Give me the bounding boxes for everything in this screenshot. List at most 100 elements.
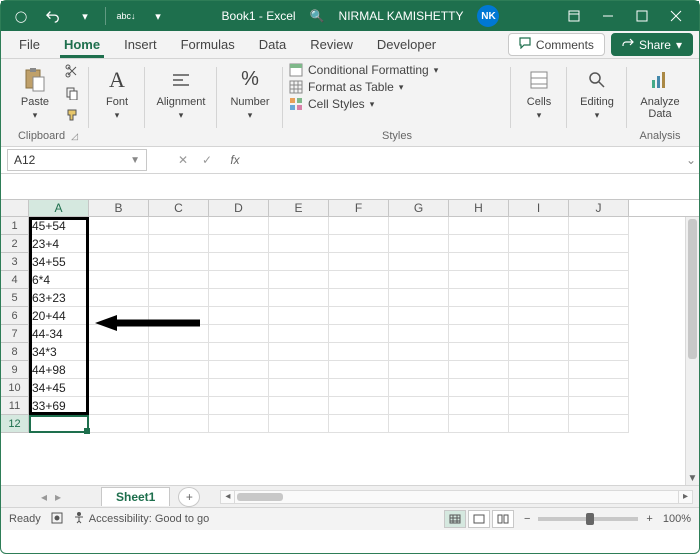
cell[interactable]: 44+98 xyxy=(29,361,89,379)
cell[interactable] xyxy=(389,307,449,325)
cell[interactable] xyxy=(449,343,509,361)
cell[interactable] xyxy=(449,253,509,271)
cell[interactable] xyxy=(389,415,449,433)
cell[interactable] xyxy=(89,271,149,289)
cell[interactable] xyxy=(149,361,209,379)
cell[interactable] xyxy=(569,289,629,307)
cell[interactable]: 33+69 xyxy=(29,397,89,415)
cell[interactable] xyxy=(569,217,629,235)
tab-developer[interactable]: Developer xyxy=(365,31,448,58)
cell[interactable] xyxy=(569,271,629,289)
undo-button[interactable] xyxy=(39,4,67,28)
cell[interactable] xyxy=(209,235,269,253)
cell[interactable] xyxy=(89,217,149,235)
cell[interactable] xyxy=(389,325,449,343)
cell[interactable] xyxy=(389,379,449,397)
paste-button[interactable]: Paste ▾ xyxy=(13,61,57,125)
cell[interactable] xyxy=(389,271,449,289)
format-painter-button[interactable] xyxy=(61,105,83,125)
cell[interactable] xyxy=(89,325,149,343)
scroll-left-button[interactable]: ◂ xyxy=(221,491,235,503)
cell[interactable] xyxy=(209,379,269,397)
cell[interactable] xyxy=(449,379,509,397)
scroll-down-button[interactable]: ▼ xyxy=(686,471,699,485)
cell[interactable] xyxy=(269,217,329,235)
zoom-in-button[interactable]: + xyxy=(646,513,652,525)
cell[interactable] xyxy=(209,361,269,379)
cell[interactable] xyxy=(89,253,149,271)
scrollbar-thumb[interactable] xyxy=(237,493,283,501)
cell[interactable] xyxy=(389,343,449,361)
row-header[interactable]: 11 xyxy=(1,397,29,415)
cell[interactable]: 34+55 xyxy=(29,253,89,271)
cell[interactable] xyxy=(269,307,329,325)
cell[interactable] xyxy=(509,307,569,325)
row-header[interactable]: 2 xyxy=(1,235,29,253)
cell[interactable] xyxy=(509,379,569,397)
tab-home[interactable]: Home xyxy=(52,31,112,58)
sort-button[interactable]: abc↓ xyxy=(112,4,140,28)
scroll-right-button[interactable]: ▸ xyxy=(678,491,692,503)
tab-formulas[interactable]: Formulas xyxy=(169,31,247,58)
cell[interactable] xyxy=(89,343,149,361)
minimize-button[interactable] xyxy=(591,4,625,28)
cells-button[interactable]: Cells ▾ xyxy=(517,61,561,125)
row-header[interactable]: 1 xyxy=(1,217,29,235)
cell[interactable] xyxy=(269,271,329,289)
tab-insert[interactable]: Insert xyxy=(112,31,169,58)
cell[interactable] xyxy=(329,271,389,289)
enter-formula-button[interactable]: ✓ xyxy=(195,149,219,171)
cell[interactable]: 44-34 xyxy=(29,325,89,343)
close-button[interactable] xyxy=(659,4,693,28)
alignment-button[interactable]: Alignment ▾ xyxy=(151,61,211,125)
share-button[interactable]: Share ▾ xyxy=(611,33,693,56)
cell[interactable] xyxy=(209,289,269,307)
cell[interactable] xyxy=(149,235,209,253)
cell[interactable] xyxy=(329,289,389,307)
add-sheet-button[interactable]: + xyxy=(178,487,200,507)
cell[interactable] xyxy=(329,307,389,325)
cell[interactable] xyxy=(509,271,569,289)
cell[interactable]: 34+45 xyxy=(29,379,89,397)
maximize-button[interactable] xyxy=(625,4,659,28)
cell[interactable] xyxy=(149,289,209,307)
cell[interactable] xyxy=(389,217,449,235)
cell[interactable] xyxy=(269,253,329,271)
cell[interactable] xyxy=(389,397,449,415)
cell[interactable] xyxy=(269,235,329,253)
cell[interactable] xyxy=(569,415,629,433)
row-header[interactable]: 5 xyxy=(1,289,29,307)
cell[interactable] xyxy=(29,415,89,433)
cell[interactable] xyxy=(89,361,149,379)
cell[interactable] xyxy=(269,397,329,415)
row-header[interactable]: 7 xyxy=(1,325,29,343)
column-header[interactable]: J xyxy=(569,200,629,216)
row-header[interactable]: 10 xyxy=(1,379,29,397)
cell[interactable] xyxy=(389,253,449,271)
cell[interactable] xyxy=(509,397,569,415)
row-header[interactable]: 12 xyxy=(1,415,29,433)
column-header[interactable]: H xyxy=(449,200,509,216)
cell[interactable] xyxy=(209,397,269,415)
cell[interactable] xyxy=(509,325,569,343)
insert-function-button[interactable]: fx xyxy=(223,149,247,171)
cell[interactable] xyxy=(329,397,389,415)
column-header[interactable]: D xyxy=(209,200,269,216)
normal-view-button[interactable] xyxy=(444,510,466,528)
row-header[interactable]: 4 xyxy=(1,271,29,289)
vertical-scrollbar[interactable]: ▼ xyxy=(685,217,699,485)
editing-button[interactable]: Editing ▾ xyxy=(573,61,621,125)
name-box[interactable]: A12 ▼ xyxy=(7,149,147,171)
cell[interactable] xyxy=(329,379,389,397)
cell[interactable] xyxy=(569,307,629,325)
cell[interactable] xyxy=(509,415,569,433)
cell[interactable] xyxy=(149,217,209,235)
tab-file[interactable]: File xyxy=(7,31,52,58)
cell[interactable]: 45+54 xyxy=(29,217,89,235)
cell[interactable] xyxy=(209,343,269,361)
sheet-nav[interactable]: ◂▸ xyxy=(1,490,101,504)
cell[interactable] xyxy=(509,235,569,253)
cell[interactable] xyxy=(329,217,389,235)
expand-formula-bar[interactable]: ⌄ xyxy=(683,153,699,167)
cell[interactable] xyxy=(269,343,329,361)
